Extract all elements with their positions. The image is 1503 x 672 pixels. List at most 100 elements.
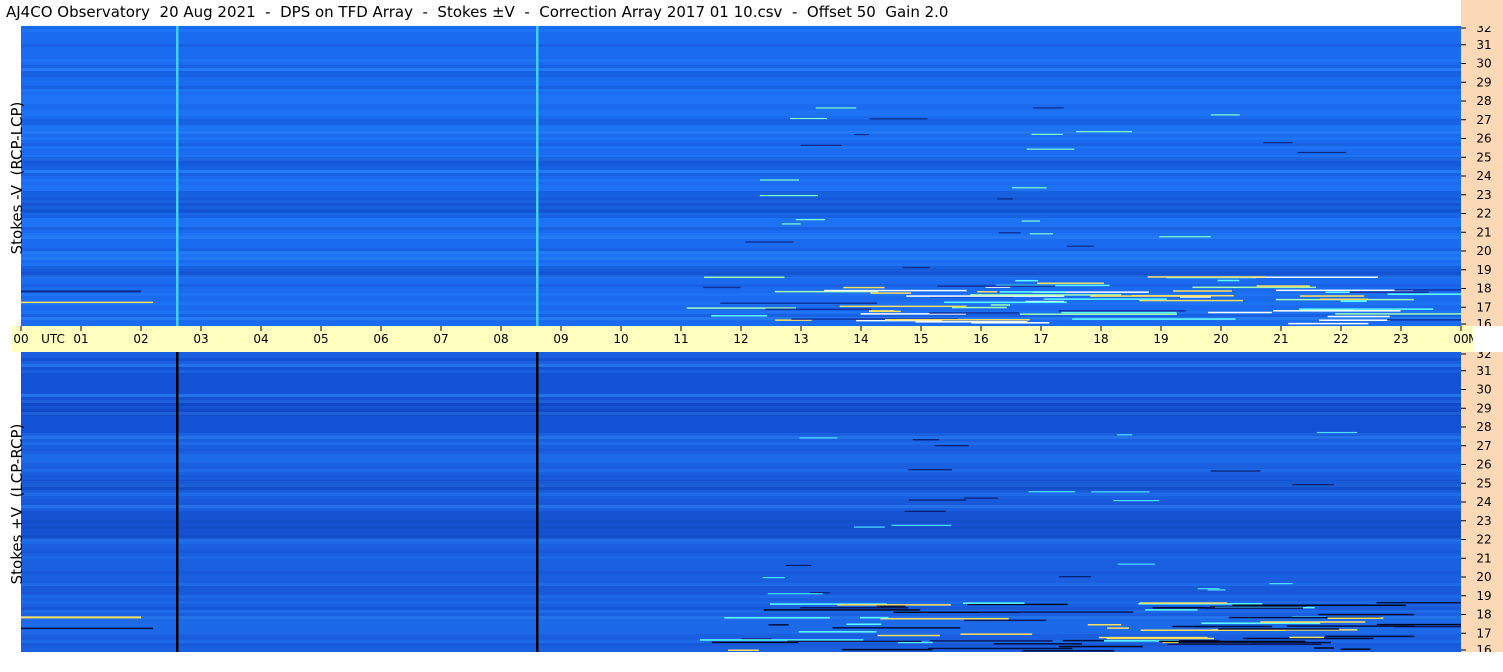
rfi-trace [1011,187,1047,189]
rfi-trace [1076,131,1133,133]
spectrogram-band [21,391,1461,394]
freq-tick-label: 30 [1476,57,1491,71]
rfi-trace [904,510,946,512]
rfi-trace [1192,286,1316,289]
rfi-trace [1292,484,1334,486]
rfi-trace [1298,308,1434,310]
rfi-trace [800,144,842,146]
rfi-trace [998,232,1021,234]
spectrogram-band [21,376,1461,379]
spectrogram-band [21,101,1461,104]
rfi-trace [1269,582,1293,585]
spectrogram-band [21,29,1461,32]
freq-tick-label: 26 [1476,458,1491,472]
spectrogram-band [21,454,1461,457]
spectrogram-band [21,74,1461,77]
spectrogram-band [21,128,1461,131]
rfi-trace [1205,607,1304,609]
freq-tick-label: 17 [1476,626,1491,640]
spectrogram-band [21,589,1461,592]
freq-tick-label: 25 [1476,476,1491,490]
rfi-trace [1207,589,1226,591]
freq-tick-label: 29 [1476,75,1491,89]
spectrogram-band [21,436,1461,439]
rfi-trace [1288,322,1369,325]
rfi-trace [934,445,969,447]
freq-tick-label: 21 [1476,551,1491,565]
freq-tick-label: 23 [1476,188,1491,202]
spectrogram-band [21,317,1461,320]
spectrogram-band [21,110,1461,113]
rfi-trace [880,617,1009,620]
rfi-trace [21,301,153,304]
freq-unit-label: MHz [1468,332,1473,346]
rfi-trace [870,292,912,294]
spectrogram-band [21,382,1461,385]
rfi-trace [795,219,826,221]
spectrogram-band [21,592,1461,595]
rfi-trace [1090,295,1208,297]
time-tick-label: 20 [1213,332,1228,346]
rfi-trace [799,437,838,439]
spectrogram-band [21,44,1461,47]
spectrogram-band [21,394,1461,397]
rfi-trace [1015,279,1039,282]
rfi-trace [760,179,800,181]
rfi-trace [1139,602,1227,604]
rfi-trace [1376,623,1461,626]
freq-tick-label: 31 [1476,38,1491,52]
rfi-trace [1318,613,1415,616]
time-marker [176,26,179,326]
time-tick-label: 15 [913,332,928,346]
rfi-trace [1072,318,1236,320]
spectrogram-band [21,619,1461,622]
rfi-trace [763,609,921,611]
spectrogram-band [21,59,1461,62]
rfi-trace [1275,289,1414,292]
rfi-trace [1037,282,1104,285]
spectrogram-band [21,631,1461,634]
rfi-trace [977,291,998,293]
rfi-trace [1166,643,1322,645]
spectrogram-band [21,173,1461,176]
rfi-trace [1147,276,1267,278]
time-tick-label: 14 [853,332,868,346]
rfi-trace [21,616,141,619]
spectrogram-band [21,227,1461,230]
rfi-trace [786,564,812,567]
spectrogram-band [21,364,1461,367]
spectrogram-band [21,263,1461,266]
time-marker [536,352,539,652]
rfi-trace [1139,299,1243,302]
rfi-trace [704,276,785,279]
freq-axis-bottom-plot: 32 31 30 29 28 27 26 25 24 23 22 21 20 19 18 17 16 [1461,347,1492,657]
rfi-trace [767,593,823,595]
rfi-trace [963,497,998,499]
spectrogram-band [21,541,1461,544]
time-tick-label: 09 [553,332,568,346]
rfi-trace [908,499,967,501]
spectrogram-band [21,113,1461,116]
rfi-trace [790,117,828,120]
rfi-trace [1021,220,1041,222]
spectrogram-band [21,493,1461,496]
freq-tick-label: 27 [1476,439,1491,453]
rfi-trace [1087,623,1122,626]
rfi-trace [21,290,141,293]
freq-tick-label: 25 [1476,150,1491,164]
time-tick-label: 03 [193,332,208,346]
rfi-trace [1217,279,1240,282]
spectrogram-band [21,460,1461,463]
rfi-trace [853,526,885,528]
rfi-trace [1159,640,1306,643]
spectrogram-band [21,95,1461,98]
time-tick-label: 17 [1033,332,1048,346]
rfi-trace [1208,311,1272,314]
rfi-trace [1335,313,1461,315]
time-tick-label: 19 [1153,332,1168,346]
spectrogram-dark-band [21,511,1461,540]
spectrogram-band [21,373,1461,376]
freq-axis-top: 32 31 30 29 28 27 26 25 24 23 22 21 20 19 18 17 16 [1461,21,1503,331]
spectrogram-band [21,418,1461,421]
rfi-trace [929,312,1020,314]
